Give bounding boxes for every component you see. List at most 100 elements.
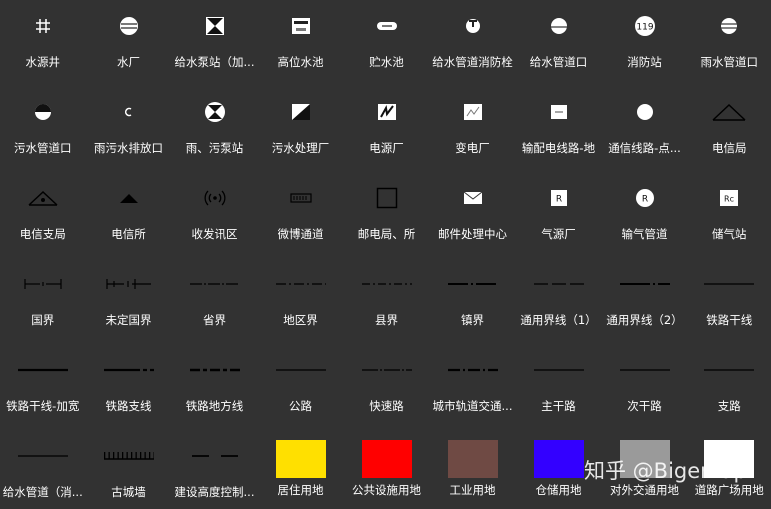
symbol-label: 雨污水排放口 [94,141,163,155]
national-border-line [24,279,62,289]
microwave-channel-icon [289,193,312,203]
sewage-pump-icon [204,102,225,122]
highway-line [275,369,326,371]
symbol-cell-power-line[interactable]: 输配电线路-地 [516,86,602,172]
rail-transit-line [447,368,498,372]
symbol-cell-province-border[interactable]: 省界 [172,258,258,344]
symbol-cell-rail-transit[interactable]: 城市轨道交通... [430,344,516,430]
symbol-label: 给水管道消防栓 [432,55,513,69]
symbol-cell-water-well[interactable]: 水源井 [0,0,86,86]
symbol-cell-branch-road[interactable]: 支路 [688,344,771,430]
symbol-cell-telecom-branch[interactable]: 电信支局 [0,172,86,258]
symbol-cell-hydrant[interactable]: 给水管道消防栓 [430,0,516,86]
water-main-line [17,455,68,457]
symbol-label: 雨水管道口 [700,55,759,69]
symbol-label: 消防站 [627,55,662,69]
fire-station-number: 119 [636,23,653,33]
symbol-label: 次干路 [627,399,662,413]
symbol-cell-sewage-plant[interactable]: 污水处理厂 [258,86,344,172]
symbol-label: 收发讯区 [191,227,238,241]
symbol-cell-railway-local[interactable]: 铁路地方线 [172,344,258,430]
symbol-cell-railway-wide[interactable]: 铁路干线-加宽 [0,344,86,430]
symbol-cell-drain-outlet[interactable]: 雨污水排放口 [86,86,172,172]
province-border-line [189,283,240,285]
symbol-cell-gas-pipeline[interactable]: R 输气管道 [602,172,688,258]
symbol-label: 污水管道口 [14,141,72,155]
symbol-label: 主干路 [541,399,576,413]
symbol-cell-post-office[interactable]: 邮电局、所 [344,172,430,258]
symbol-label: 公路 [289,399,312,413]
symbol-cell-water-outlet[interactable]: 给水管道口 [516,0,602,86]
symbol-cell-sewage-outlet[interactable]: 污水管道口 [0,86,86,172]
symbol-cell-fire-station[interactable]: 119 消防站 [602,0,688,86]
secondary-road-line [619,369,670,371]
symbol-cell-national-border[interactable]: 国界 [0,258,86,344]
symbol-cell-railway-main[interactable]: 铁路干线 [688,258,771,344]
power-plant-icon [377,104,396,120]
symbol-label: 通用界线（1） [520,313,597,327]
transceiver-icon [203,190,226,206]
symbol-cell-elevated-tank[interactable]: 高位水池 [258,0,344,86]
symbol-cell-water-plant[interactable]: 水厂 [86,0,172,86]
symbol-label: 仓储用地 [535,483,582,497]
symbol-cell-sewage-pump[interactable]: 雨、污泵站 [172,86,258,172]
symbol-cell-arterial-road[interactable]: 主干路 [516,344,602,430]
symbol-label: 电信支局 [19,227,66,241]
sewage-outlet-icon [34,104,51,120]
public-swatch [361,440,412,478]
symbol-cell-district-border[interactable]: 地区界 [258,258,344,344]
symbol-label: 对外交通用地 [610,483,679,497]
symbol-cell-water-main[interactable]: 给水管道（消... [0,430,86,509]
symbol-cell-height-control[interactable]: 建设高度控制... [172,430,258,509]
symbol-cell-transceiver[interactable]: 收发讯区 [172,172,258,258]
symbol-cell-pump-station[interactable]: 给水泵站（加... [172,0,258,86]
railway-local-line [189,368,240,372]
symbol-label: 污水处理厂 [271,141,330,155]
gas-pipeline-letter: R [641,195,647,205]
county-border-line [361,283,412,285]
symbol-cell-residential[interactable]: 居住用地 [258,430,344,509]
symbol-cell-general-border-2[interactable]: 通用界线（2） [602,258,688,344]
symbol-cell-undetermined-border[interactable]: 未定国界 [86,258,172,344]
symbol-cell-industrial[interactable]: 工业用地 [430,430,516,509]
symbol-cell-microwave[interactable]: 微博通道 [258,172,344,258]
symbol-cell-power-plant[interactable]: 电源厂 [344,86,430,172]
symbol-cell-substation[interactable]: 变电厂 [430,86,516,172]
railway-main-line [704,283,755,285]
symbol-label: 输气管道 [621,227,668,241]
symbol-cell-highway[interactable]: 公路 [258,344,344,430]
symbol-label: 未定国界 [105,313,152,327]
symbol-cell-rain-outlet[interactable]: 雨水管道口 [688,0,771,86]
symbol-label: 居住用地 [277,483,324,497]
symbol-cell-county-border[interactable]: 县界 [344,258,430,344]
symbol-cell-city-wall[interactable]: 古城墙 [86,430,172,509]
symbol-label: 给水管道口 [529,55,588,69]
symbol-cell-storage-pool[interactable]: 贮水池 [344,0,430,86]
railway-wide-line [17,368,68,372]
symbol-label: 电信局 [712,141,747,155]
symbol-cell-comm-line[interactable]: 通信线路-点... [602,86,688,172]
symbol-cell-mail-center[interactable]: 邮件处理中心 [430,172,516,258]
symbol-cell-telecom-bureau[interactable]: 电信局 [688,86,771,172]
symbol-label: 贮水池 [369,55,404,69]
symbol-cell-telecom-office[interactable]: 电信所 [86,172,172,258]
symbol-cell-gas-storage[interactable]: Rc 储气站 [688,172,771,258]
symbol-label: 公共设施用地 [352,483,421,497]
storage-swatch [533,440,584,478]
symbol-cell-secondary-road[interactable]: 次干路 [602,344,688,430]
symbol-label: 古城墙 [111,485,146,499]
symbol-label: 给水泵站（加... [174,55,255,69]
sewage-plant-icon [291,104,310,120]
symbol-cell-public[interactable]: 公共设施用地 [344,430,430,509]
water-outlet-icon [550,18,567,34]
symbol-label: 城市轨道交通... [432,399,513,413]
symbol-cell-general-border-1[interactable]: 通用界线（1） [516,258,602,344]
symbol-label: 道路广场用地 [694,483,764,497]
gas-storage-icon: Rc [720,190,739,206]
symbol-cell-expressway[interactable]: 快速路 [344,344,430,430]
symbol-cell-town-border[interactable]: 镇界 [430,258,516,344]
symbol-cell-railway-branch[interactable]: 铁路支线 [86,344,172,430]
gas-storage-letters: Rc [724,195,734,204]
industrial-swatch [447,440,498,478]
symbol-cell-gas-source[interactable]: R 气源厂 [516,172,602,258]
